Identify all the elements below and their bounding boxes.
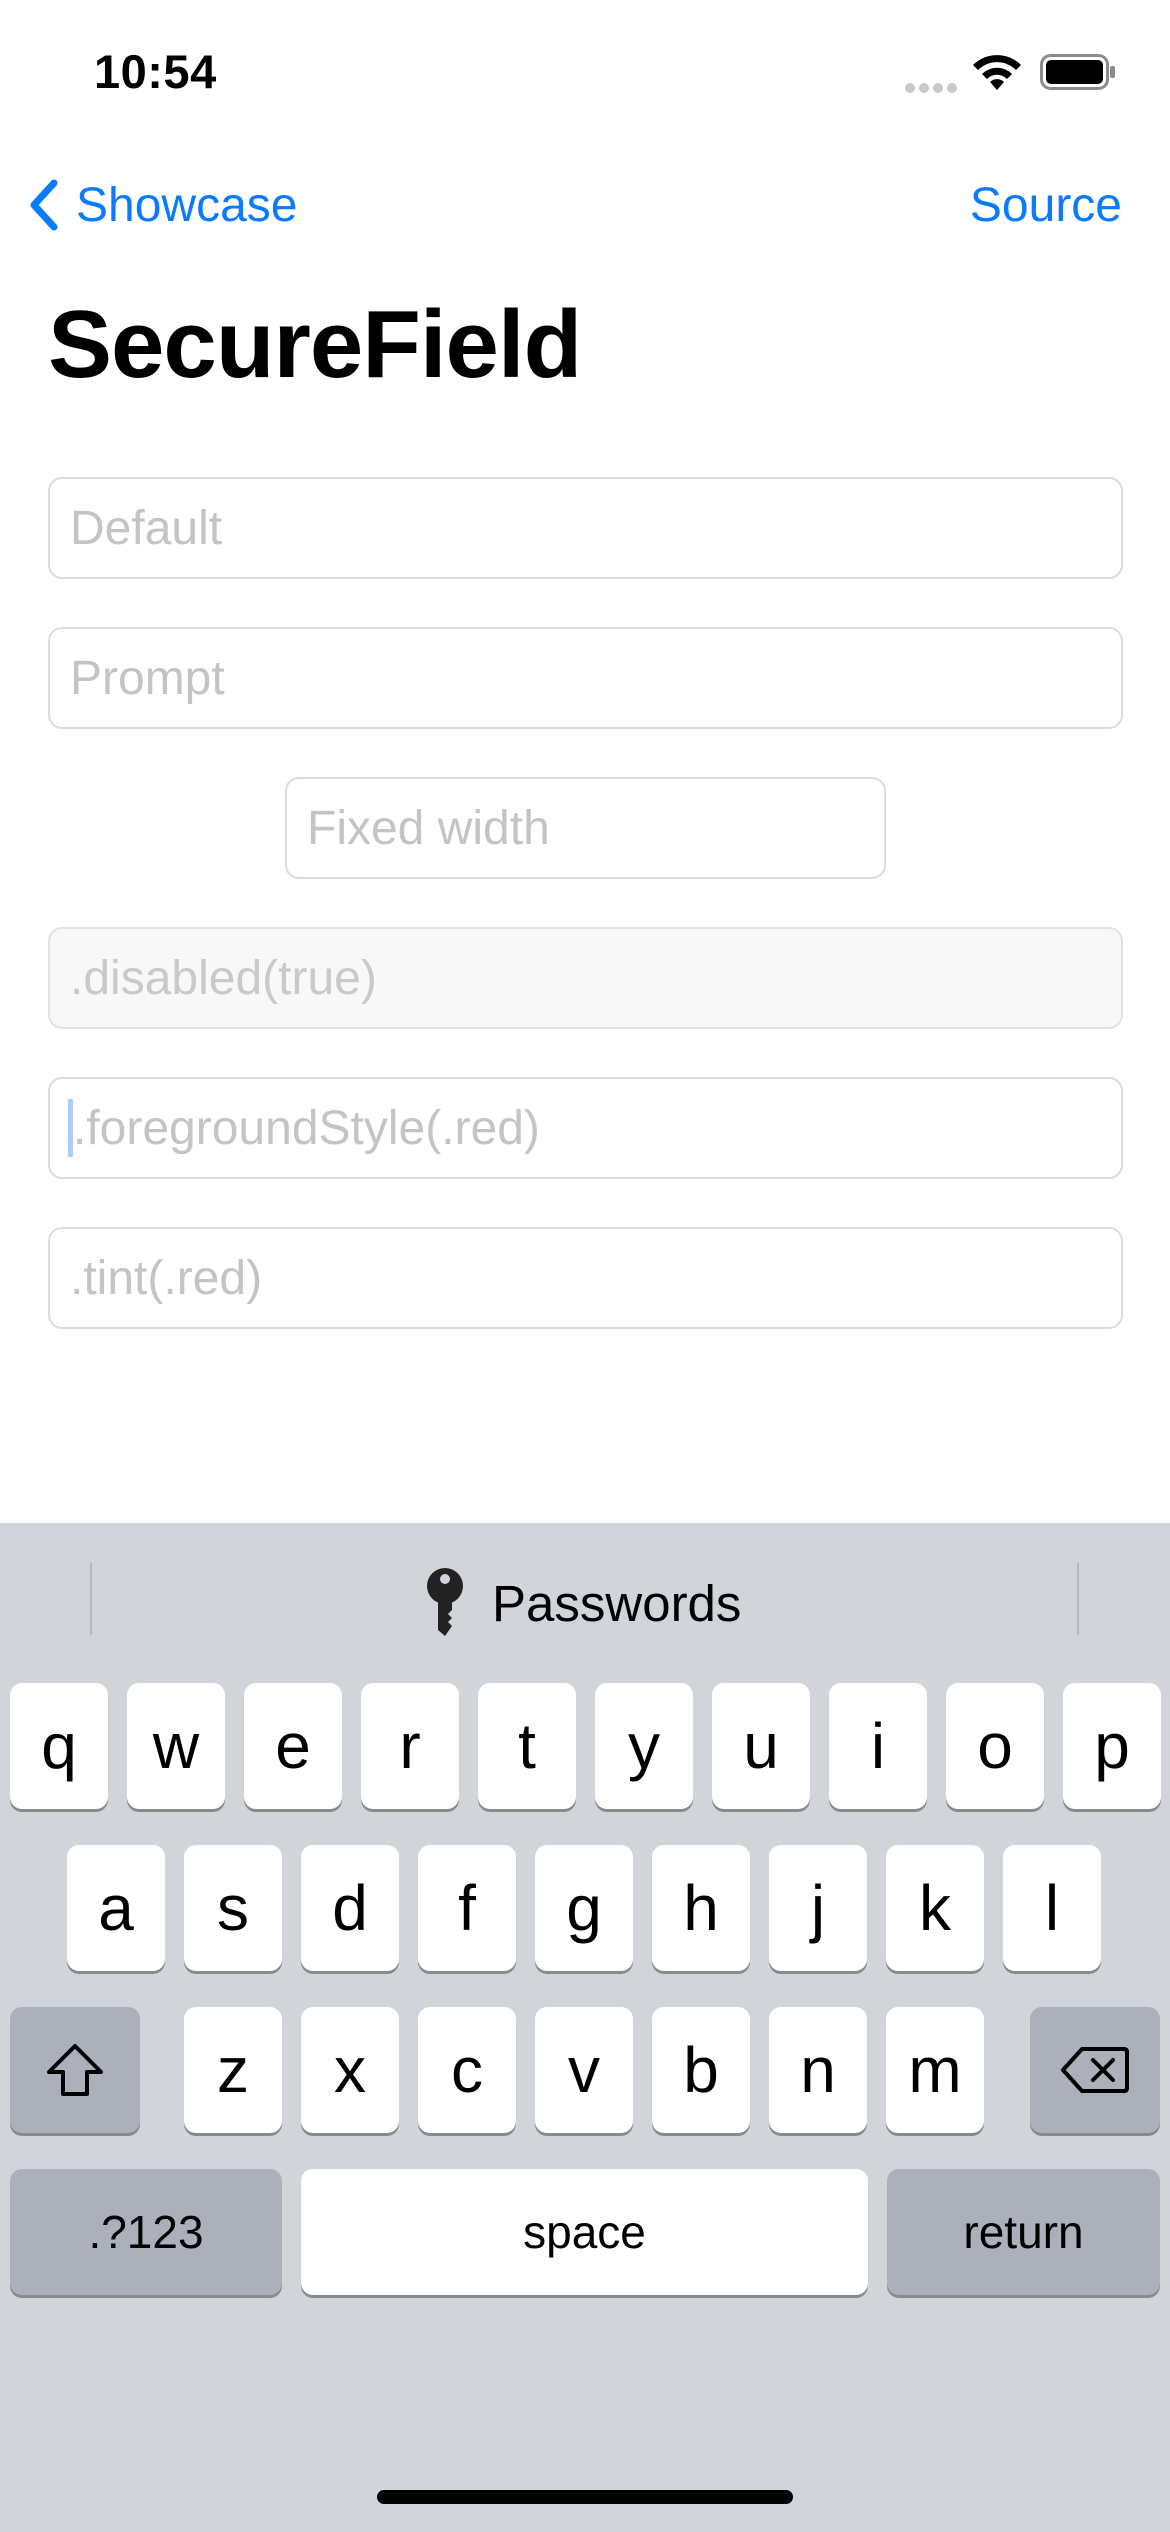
passwords-suggestion[interactable]: Passwords — [420, 1563, 741, 1643]
chevron-left-icon — [30, 179, 58, 231]
key-m[interactable]: m — [886, 2007, 984, 2133]
key-z[interactable]: z — [184, 2007, 282, 2133]
key-r[interactable]: r — [361, 1683, 459, 1809]
key-e[interactable]: e — [244, 1683, 342, 1809]
page-title: SecureField — [48, 291, 582, 398]
return-key[interactable]: return — [887, 2169, 1160, 2295]
space-key[interactable]: space — [301, 2169, 868, 2295]
delete-key[interactable] — [1030, 2007, 1160, 2133]
key-f[interactable]: f — [418, 1845, 516, 1971]
key-g[interactable]: g — [535, 1845, 633, 1971]
key-v[interactable]: v — [535, 2007, 633, 2133]
status-bar: 10:54 — [0, 0, 1170, 150]
key-j[interactable]: j — [769, 1845, 867, 1971]
passwords-label: Passwords — [492, 1574, 742, 1632]
secure-field-tint[interactable]: .tint(.red) — [48, 1227, 1123, 1329]
suggestion-bar: Passwords — [0, 1523, 1170, 1678]
secure-field-fixed-width[interactable]: Fixed width — [285, 777, 886, 879]
secure-field-foreground-style[interactable]: .foregroundStyle(.red) — [48, 1077, 1123, 1179]
back-button[interactable]: Showcase — [24, 170, 297, 240]
key-icon — [427, 1568, 463, 1636]
key-q[interactable]: q — [10, 1683, 108, 1809]
backspace-icon — [1061, 2047, 1129, 2093]
field-placeholder: Fixed width — [307, 801, 550, 855]
field-placeholder: .tint(.red) — [70, 1251, 263, 1305]
status-time: 10:54 — [94, 45, 217, 98]
key-l[interactable]: l — [1003, 1845, 1101, 1971]
key-t[interactable]: t — [478, 1683, 576, 1809]
key-c[interactable]: c — [418, 2007, 516, 2133]
key-b[interactable]: b — [652, 2007, 750, 2133]
secure-field-disabled: .disabled(true) — [48, 927, 1123, 1029]
keyboard: Passwords q w e r t y u i o p a s d f g … — [0, 1523, 1170, 2532]
key-y[interactable]: y — [595, 1683, 693, 1809]
key-w[interactable]: w — [127, 1683, 225, 1809]
field-placeholder: Default — [70, 501, 223, 555]
key-u[interactable]: u — [712, 1683, 810, 1809]
field-placeholder: Prompt — [70, 651, 225, 705]
numbers-key[interactable]: .?123 — [10, 2169, 282, 2295]
key-s[interactable]: s — [184, 1845, 282, 1971]
shift-key[interactable] — [10, 2007, 140, 2133]
key-h[interactable]: h — [652, 1845, 750, 1971]
home-indicator — [377, 2490, 793, 2504]
secure-field-prompt[interactable]: Prompt — [48, 627, 1123, 729]
key-a[interactable]: a — [67, 1845, 165, 1971]
field-placeholder: .disabled(true) — [70, 951, 377, 1005]
field-placeholder: .foregroundStyle(.red) — [73, 1101, 540, 1155]
wifi-icon — [973, 55, 1021, 90]
key-i[interactable]: i — [829, 1683, 927, 1809]
shift-icon — [47, 2044, 103, 2096]
source-button[interactable]: Source — [970, 178, 1122, 233]
key-p[interactable]: p — [1063, 1683, 1161, 1809]
suggestion-divider — [90, 1563, 92, 1635]
key-k[interactable]: k — [886, 1845, 984, 1971]
secure-field-default[interactable]: Default — [48, 477, 1123, 579]
cellular-signal-icon — [905, 80, 961, 93]
key-o[interactable]: o — [946, 1683, 1044, 1809]
battery-icon — [1040, 54, 1115, 90]
key-x[interactable]: x — [301, 2007, 399, 2133]
back-button-label: Showcase — [76, 178, 298, 232]
key-d[interactable]: d — [301, 1845, 399, 1971]
key-n[interactable]: n — [769, 2007, 867, 2133]
suggestion-divider — [1077, 1563, 1079, 1635]
